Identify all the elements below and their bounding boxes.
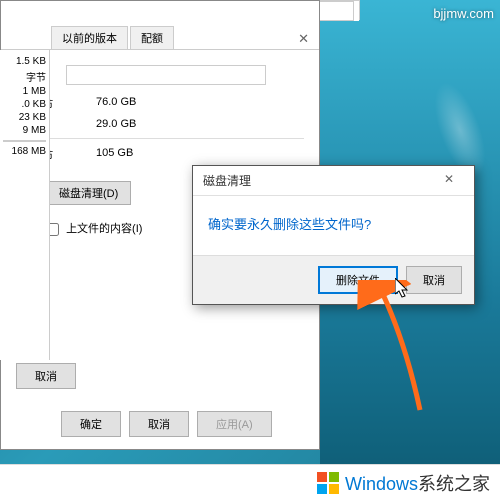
- apply-button[interactable]: 应用(A): [197, 411, 272, 437]
- info-value: 105 GB: [96, 147, 133, 163]
- confirm-dialog: 磁盘清理 ✕ 确实要永久删除这些文件吗? 删除文件 取消: [192, 165, 475, 305]
- disk-cleanup-button[interactable]: 磁盘清理(D): [46, 181, 131, 205]
- ok-button[interactable]: 确定: [61, 411, 121, 437]
- list-item: 字节: [3, 68, 46, 85]
- left-panel: 1.5 KB 字节 1 MB .0 KB 23 KB 9 MB 168 MB: [0, 50, 50, 360]
- info-value: 76.0 GB: [96, 96, 136, 112]
- watermark-url: bjjmw.com: [433, 6, 494, 21]
- info-row: 38 字节 105 GB: [16, 144, 304, 166]
- checkbox-label: 上文件的内容(I): [66, 223, 142, 235]
- dialog-title-text: 磁盘清理: [203, 172, 251, 189]
- list-item: 1.5 KB: [3, 55, 46, 68]
- info-row: 34 字节 76.0 GB: [16, 93, 304, 115]
- cancel-button-2[interactable]: 取消: [129, 411, 189, 437]
- divider: [3, 140, 46, 142]
- tab-bar: 以前的版本 配额: [1, 26, 319, 50]
- dialog-message: 确实要永久删除这些文件吗?: [193, 196, 474, 255]
- list-item: 168 MB: [3, 145, 46, 158]
- windows-logo-icon: [317, 472, 339, 494]
- divider: [16, 138, 304, 139]
- info-row: 29.0 GB: [16, 115, 304, 133]
- info-value: 29.0 GB: [96, 118, 136, 130]
- list-item: 1 MB: [3, 85, 46, 98]
- dialog-titlebar: 磁盘清理 ✕: [193, 166, 474, 196]
- brand-text: Windows: [345, 474, 418, 494]
- list-item: .0 KB: [3, 98, 46, 111]
- suffix-text: 系统之家: [418, 474, 490, 494]
- watermark-footer: Windows系统之家: [0, 464, 500, 500]
- cancel-button[interactable]: 取消: [16, 363, 76, 389]
- watermark-text: Windows系统之家: [345, 470, 490, 496]
- close-icon[interactable]: ✕: [298, 31, 309, 47]
- text-input[interactable]: [66, 65, 266, 85]
- dialog-close-icon[interactable]: ✕: [434, 172, 464, 189]
- delete-files-button[interactable]: 删除文件: [318, 266, 398, 294]
- dialog-cancel-button[interactable]: 取消: [406, 266, 462, 294]
- button-row: 取消: [16, 363, 76, 389]
- file-size-list: 1.5 KB 字节 1 MB .0 KB 23 KB 9 MB 168 MB: [0, 50, 49, 163]
- dialog-buttons: 删除文件 取消: [193, 255, 474, 304]
- list-item: 23 KB: [3, 111, 46, 124]
- tab-quota[interactable]: 配额: [130, 26, 174, 49]
- list-item: 9 MB: [3, 124, 46, 137]
- dialog-button-row: 确定 取消 应用(A): [61, 411, 272, 437]
- tab-prev-versions[interactable]: 以前的版本: [51, 26, 128, 49]
